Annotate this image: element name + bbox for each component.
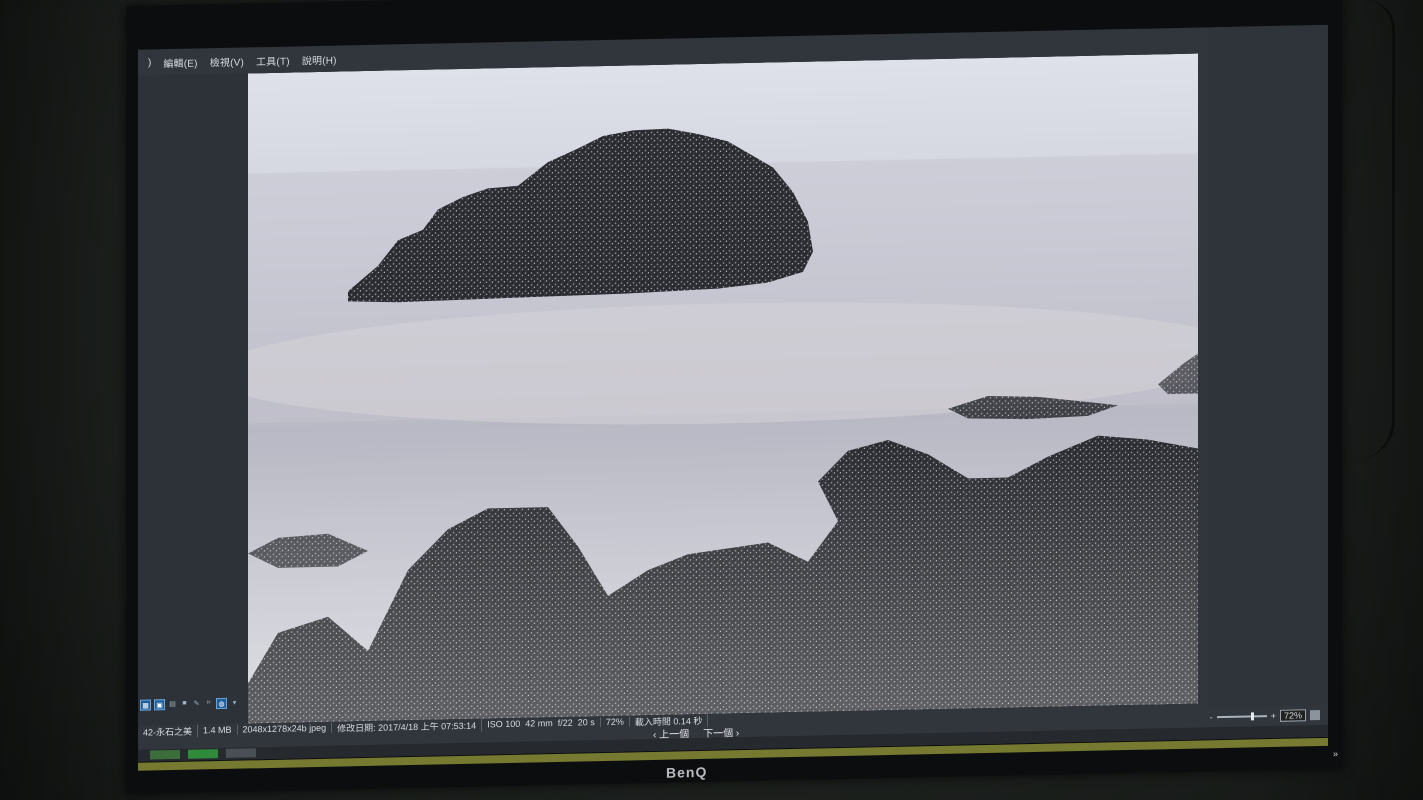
status-modified: 修改日期: 2017/4/18 上午 07:53:14 [332, 718, 483, 735]
zoom-out-button[interactable]: - [1210, 712, 1213, 722]
photo-seascape [248, 53, 1198, 724]
corner-glyph: » [1332, 748, 1338, 759]
zoom-slider-thumb[interactable] [1250, 712, 1254, 721]
status-filename: 42-永石之美 [138, 723, 199, 739]
monitor-logo: BenQ [666, 763, 708, 781]
menu-fragment: ) [148, 56, 152, 69]
globe-icon[interactable]: ◍ [216, 697, 227, 710]
zoom-control: - + 72% [1210, 709, 1320, 723]
image-viewer[interactable] [248, 53, 1198, 724]
status-filesize: 1.4 MB [198, 724, 238, 736]
left-panel [138, 73, 248, 726]
menu-help[interactable]: 說明(H) [302, 51, 337, 67]
status-focal: 42 mm [525, 718, 553, 729]
dropdown-icon[interactable]: ▾ [230, 698, 239, 707]
menu-edit[interactable]: 編輯(E) [163, 54, 197, 70]
monitor-bezel: 管理 檢視 沖印 編輯 On ) 編輯(E) 檢視(V) 工具(T) 說明(H) [126, 0, 1342, 794]
zoom-dropdown-icon[interactable] [1310, 709, 1320, 721]
crop-icon[interactable]: ⌗ [204, 698, 213, 707]
status-exposure: 20 s [577, 717, 595, 728]
square-icon[interactable]: ■ [180, 699, 189, 708]
viewer-toolbar: ▦ ▣ ▤ ■ ✎ ⌗ ◍ ▾ [138, 697, 239, 714]
zoom-slider[interactable] [1216, 712, 1267, 721]
grid-icon[interactable]: ▦ [140, 699, 151, 711]
status-dimensions: 2048x1278x24b jpeg [237, 722, 333, 735]
power-cable [1352, 0, 1395, 460]
status-zoom: 72% [600, 716, 630, 728]
status-exif: ISO 100 42 mm f/22 20 s [482, 717, 601, 730]
filmstrip-icon[interactable]: ▤ [168, 699, 177, 708]
zoom-value-field[interactable]: 72% [1279, 709, 1306, 722]
taskbar-item[interactable] [150, 749, 180, 760]
menu-tools[interactable]: 工具(T) [256, 52, 290, 68]
folder-icon[interactable]: ▣ [154, 699, 165, 711]
taskbar-item[interactable] [226, 748, 256, 758]
status-iso: ISO 100 [487, 718, 521, 730]
zoom-in-button[interactable]: + [1271, 711, 1276, 721]
menu-view[interactable]: 檢視(V) [210, 53, 244, 69]
status-aperture: f/22 [557, 717, 573, 728]
brush-icon[interactable]: ✎ [192, 698, 201, 707]
screen: 管理 檢視 沖印 編輯 On ) 編輯(E) 檢視(V) 工具(T) 說明(H) [138, 24, 1328, 762]
taskbar-item[interactable] [188, 749, 218, 759]
right-panel [1208, 24, 1328, 708]
